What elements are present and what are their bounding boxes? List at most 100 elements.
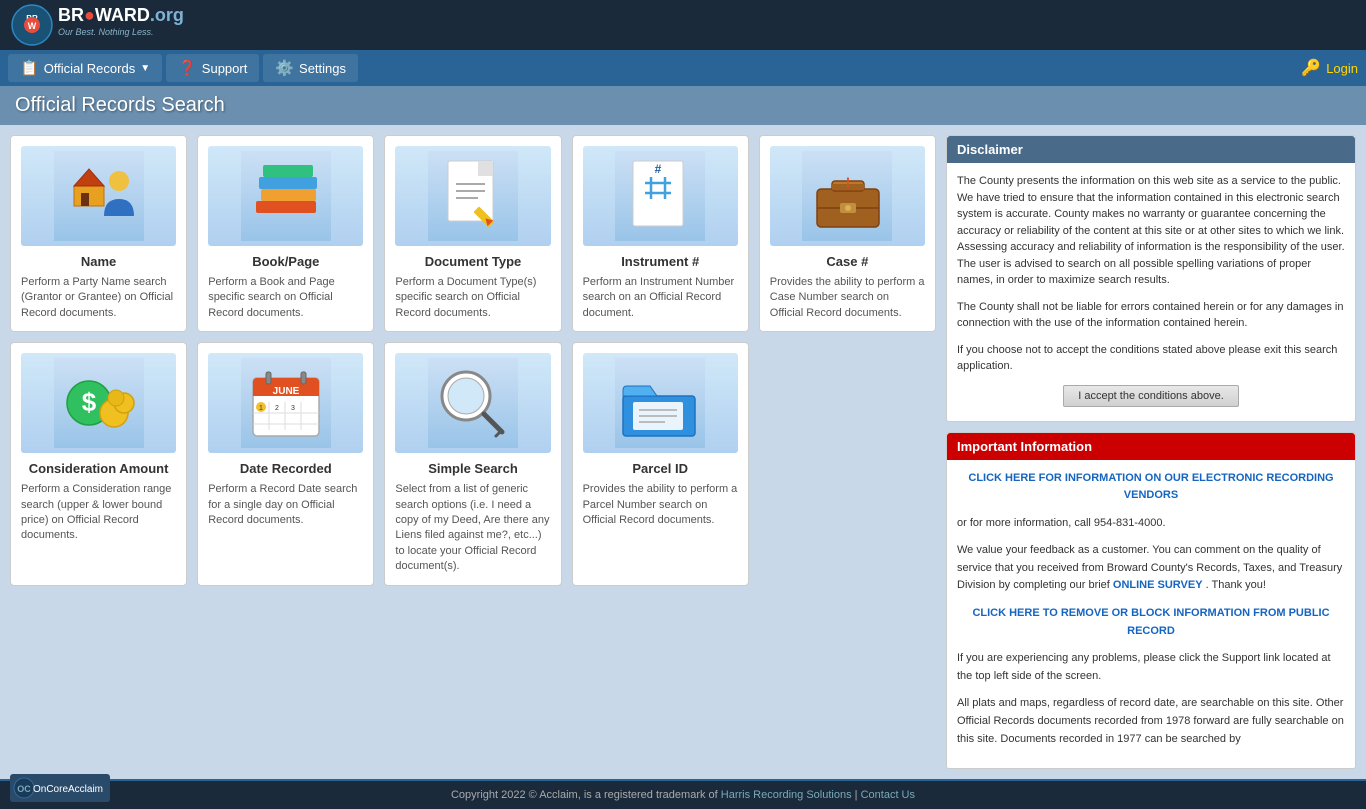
footer-logo-svg: OC OnCoreAcclaim	[10, 774, 110, 802]
nav-item-settings[interactable]: ⚙️ Settings	[263, 54, 358, 82]
case-card-svg: !	[802, 151, 892, 241]
electronic-recording-para: CLICK HERE FOR INFORMATION ON OUR ELECTR…	[957, 470, 1345, 533]
svg-text:W: W	[28, 21, 37, 31]
svg-text:Our Best. Nothing Less.: Our Best. Nothing Less.	[58, 27, 154, 37]
document-type-card-svg	[428, 151, 518, 241]
search-card-date-recorded[interactable]: JUNE 1 2 3 Date Recorded Perform a Recor…	[197, 342, 374, 585]
parcel-id-card-svg	[615, 358, 705, 448]
disclaimer-header: Disclaimer	[947, 136, 1355, 163]
card-desc-book-page: Perform a Book and Page specific search …	[208, 275, 363, 321]
search-card-parcel-id[interactable]: Parcel ID Provides the ability to perfor…	[572, 342, 749, 585]
broward-logo: BR W BR●WARD.org Our Best. Nothing Less.	[10, 3, 190, 47]
disclaimer-title: Disclaimer	[957, 142, 1023, 157]
cards-area: Name Perform a Party Name search (Granto…	[10, 135, 936, 769]
card-title-consideration: Consideration Amount	[21, 461, 176, 476]
accept-button[interactable]: I accept the conditions above.	[1063, 385, 1239, 407]
svg-text:#: #	[655, 162, 662, 176]
footer-logo: OC OnCoreAcclaim	[10, 774, 110, 805]
card-title-case: Case #	[770, 254, 925, 269]
search-card-consideration[interactable]: $ Consideration Amount Perform a Conside…	[10, 342, 187, 585]
svg-text:3: 3	[291, 405, 295, 412]
card-img-parcel-id	[583, 353, 738, 453]
card-img-book-page	[208, 146, 363, 246]
nav-item-official-records-label: Official Records	[44, 61, 136, 76]
footer: OC OnCoreAcclaim Copyright 2022 © Acclai…	[0, 779, 1366, 809]
cards-row-2: $ Consideration Amount Perform a Conside…	[10, 342, 936, 585]
footer-company-link[interactable]: Harris Recording Solutions	[721, 789, 852, 801]
page-title-bar: Official Records Search	[0, 86, 1366, 125]
card-title-simple-search: Simple Search	[395, 461, 550, 476]
footer-contact-link[interactable]: Contact Us	[861, 789, 915, 801]
dropdown-arrow-icon: ▼	[140, 63, 150, 74]
electronic-recording-link[interactable]: CLICK HERE FOR INFORMATION ON OUR ELECTR…	[957, 470, 1345, 505]
nav-item-settings-label: Settings	[299, 61, 346, 76]
card-img-case: !	[770, 146, 925, 246]
card-desc-parcel-id: Provides the ability to perform a Parcel…	[583, 482, 738, 528]
consideration-card-svg: $	[54, 358, 144, 448]
card-desc-name: Perform a Party Name search (Grantor or …	[21, 275, 176, 321]
footer-copyright: Copyright 2022 © Acclaim, is a registere…	[451, 789, 721, 801]
card-desc-consideration: Perform a Consideration range search (up…	[21, 482, 176, 544]
nav-item-official-records[interactable]: 📋 Official Records ▼	[8, 54, 162, 82]
card-desc-document-type: Perform a Document Type(s) specific sear…	[395, 275, 550, 321]
nav-item-support[interactable]: ❓ Support	[166, 54, 259, 82]
login-icon: 🔑	[1301, 58, 1321, 78]
settings-icon: ⚙️	[275, 59, 294, 77]
disclaimer-box: Disclaimer The County presents the infor…	[946, 135, 1356, 422]
card-img-document-type	[395, 146, 550, 246]
card-img-date-recorded: JUNE 1 2 3	[208, 353, 363, 453]
block-info-link[interactable]: CLICK HERE TO REMOVE OR BLOCK INFORMATIO…	[957, 605, 1345, 640]
disclaimer-body: The County presents the information on t…	[947, 163, 1355, 421]
search-card-document-type[interactable]: Document Type Perform a Document Type(s)…	[384, 135, 561, 332]
svg-text:JUNE: JUNE	[272, 386, 299, 397]
search-card-simple-search[interactable]: Simple Search Select from a list of gene…	[384, 342, 561, 585]
card-desc-instrument: Perform an Instrument Number search on a…	[583, 275, 738, 321]
svg-text:1: 1	[259, 405, 263, 412]
date-recorded-card-svg: JUNE 1 2 3	[241, 358, 331, 448]
search-card-name[interactable]: Name Perform a Party Name search (Granto…	[10, 135, 187, 332]
disclaimer-para-1: The County presents the information on t…	[957, 173, 1345, 289]
page-title: Official Records Search	[15, 94, 1351, 117]
logo-container: BR W BR●WARD.org Our Best. Nothing Less.	[10, 3, 190, 47]
online-survey-link[interactable]: ONLINE SURVEY	[1113, 579, 1203, 591]
main-content: Name Perform a Party Name search (Granto…	[0, 125, 1366, 779]
simple-search-card-svg	[428, 358, 518, 448]
login-label: Login	[1326, 61, 1358, 76]
card-desc-simple-search: Select from a list of generic search opt…	[395, 482, 550, 574]
nav-left: 📋 Official Records ▼ ❓ Support ⚙️ Settin…	[8, 54, 358, 82]
official-records-icon: 📋	[20, 59, 39, 77]
cards-row-1: Name Perform a Party Name search (Granto…	[10, 135, 936, 332]
svg-text:BR●WARD.org: BR●WARD.org	[58, 5, 184, 25]
svg-text:$: $	[81, 387, 96, 417]
navbar: 📋 Official Records ▼ ❓ Support ⚙️ Settin…	[0, 50, 1366, 86]
svg-text:OnCoreAcclaim: OnCoreAcclaim	[33, 784, 103, 795]
instrument-card-svg: #	[615, 151, 705, 241]
card-title-name: Name	[21, 254, 176, 269]
support-icon: ❓	[178, 59, 197, 77]
disclaimer-para-2: The County shall not be liable for error…	[957, 299, 1345, 332]
important-info-title: Important Information	[957, 439, 1092, 454]
card-title-instrument: Instrument #	[583, 254, 738, 269]
nav-item-support-label: Support	[202, 61, 248, 76]
svg-text:2: 2	[275, 405, 279, 412]
important-info-box: Important Information CLICK HERE FOR INF…	[946, 432, 1356, 770]
card-img-instrument: #	[583, 146, 738, 246]
block-info-para: CLICK HERE TO REMOVE OR BLOCK INFORMATIO…	[957, 605, 1345, 640]
card-title-date-recorded: Date Recorded	[208, 461, 363, 476]
name-card-svg	[54, 151, 144, 241]
card-desc-case: Provides the ability to perform a Case N…	[770, 275, 925, 321]
card-img-consideration: $	[21, 353, 176, 453]
header: BR W BR●WARD.org Our Best. Nothing Less.	[0, 0, 1366, 50]
card-desc-date-recorded: Perform a Record Date search for a singl…	[208, 482, 363, 528]
sidebar: Disclaimer The County presents the infor…	[946, 135, 1356, 769]
support-para: If you are experiencing any problems, pl…	[957, 650, 1345, 685]
login-button[interactable]: 🔑 Login	[1301, 58, 1358, 78]
search-card-book-page[interactable]: Book/Page Perform a Book and Page specif…	[197, 135, 374, 332]
search-card-case[interactable]: ! Case # Provides the ability to perform…	[759, 135, 936, 332]
feedback-suffix: . Thank you!	[1206, 579, 1266, 591]
records-para: All plats and maps, regardless of record…	[957, 695, 1345, 748]
search-card-instrument[interactable]: # Instrument # Perform an Instrument Num…	[572, 135, 749, 332]
feedback-para: We value your feedback as a customer. Yo…	[957, 542, 1345, 595]
card-title-book-page: Book/Page	[208, 254, 363, 269]
electronic-recording-suffix: or for more information, call 954-831-40…	[957, 517, 1166, 529]
